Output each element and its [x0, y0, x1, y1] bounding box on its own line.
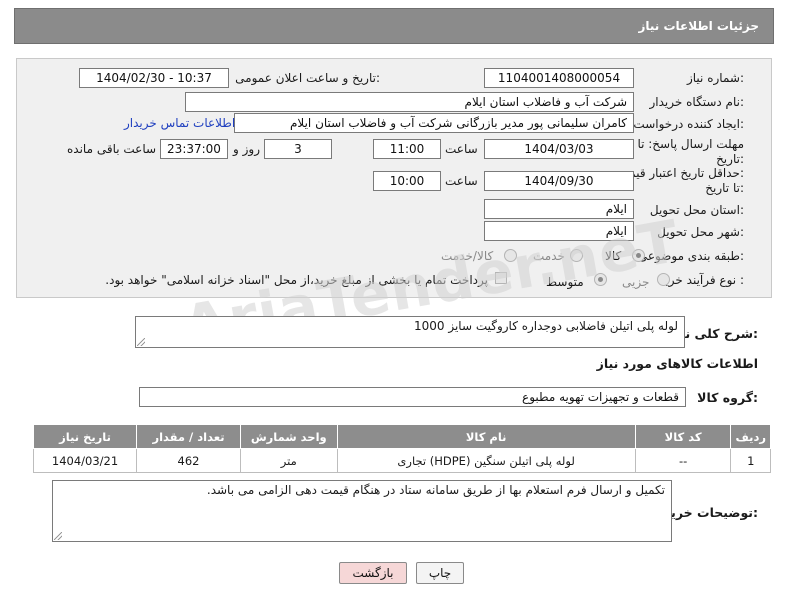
column-header-row-number: ردیف [730, 424, 771, 449]
table-header-row: ردیف کد کالا نام کالا واحد شمارش تعداد /… [32, 424, 771, 449]
deadline-time-label: ساعت [445, 142, 478, 156]
announce-label: تاریخ و ساعت اعلان عمومی: [235, 71, 380, 85]
buyer-notes-field: تکمیل و ارسال فرم استعلام بها از طریق سا… [52, 480, 672, 542]
remaining-label: ساعت باقی مانده [67, 142, 157, 156]
validity-time-field: 10:00 [373, 171, 441, 191]
buyer-org-field: شرکت آب و فاضلاب استان ایلام [185, 92, 634, 112]
cell-need-date: 1404/03/21 [32, 448, 138, 473]
province-field: ایلام [484, 199, 634, 219]
column-header-unit: واحد شمارش [239, 424, 338, 449]
validity-date-field: 1404/09/30 [484, 171, 634, 191]
days-label: روز و [233, 142, 260, 156]
validity-label-1: حداقل تاریخ اعتبار قیمت: [617, 166, 744, 180]
need-number-label: شماره نیاز: [686, 71, 744, 85]
description-field: لوله پلی اتیلن فاضلابی دوجداره کاروگیت س… [135, 316, 685, 348]
page-title: جزئیات اطلاعات نیاز [638, 19, 759, 33]
announce-field: 1404/02/30 - 10:37 [79, 68, 229, 88]
buyer-org-label: نام دستگاه خریدار: [649, 95, 745, 109]
cell-quantity: 462 [136, 448, 241, 473]
column-header-need-date: تاریخ نیاز [32, 424, 138, 449]
buyer-contact-link[interactable]: اطلاعات تماس خریدار [124, 116, 235, 130]
items-table: ردیف کد کالا نام کالا واحد شمارش تعداد /… [32, 424, 771, 473]
deadline-label-1: مهلت ارسال پاسخ: تا [637, 137, 744, 151]
page-header: جزئیات اطلاعات نیاز [14, 8, 774, 44]
back-button[interactable]: بازگشت [339, 562, 407, 584]
cell-item-name: لوله پلی اتیلن سنگین (HDPE) تجاری [336, 448, 636, 473]
description-text: لوله پلی اتیلن فاضلابی دوجداره کاروگیت س… [413, 319, 678, 333]
cell-unit: متر [239, 448, 338, 473]
creator-field: کامران سلیمانی پور مدیر بازرگانی شرکت آب… [234, 113, 634, 133]
column-header-item-code: کد کالا [634, 424, 732, 449]
validity-label-2: تا تاریخ: [705, 181, 744, 195]
validity-time-label: ساعت [445, 174, 478, 188]
deadline-time-field: 11:00 [373, 139, 441, 159]
deadline-label-2: تاریخ: [716, 152, 744, 166]
remaining-time-field: 23:37:00 [160, 139, 228, 159]
table-row: 1 -- لوله پلی اتیلن سنگین (HDPE) تجاری م… [32, 448, 771, 473]
buyer-notes-text: تکمیل و ارسال فرم استعلام بها از طریق سا… [206, 483, 665, 497]
column-header-item-name: نام کالا [336, 424, 636, 449]
print-button[interactable]: چاپ [416, 562, 464, 584]
deadline-date-field: 1404/03/03 [484, 139, 634, 159]
goods-group-field: قطعات و تجهیزات تهویه مطبوع [139, 387, 686, 407]
cell-row-number: 1 [730, 448, 771, 473]
resize-grip-icon[interactable] [54, 532, 62, 540]
cell-item-code: -- [634, 448, 732, 473]
need-number-field: 1104001408000054 [484, 68, 634, 88]
goods-section-title: اطلاعات کالاهای مورد نیاز [596, 356, 758, 371]
goods-group-label: گروه کالا: [697, 390, 758, 405]
days-field: 3 [264, 139, 332, 159]
creator-label: ایجاد کننده درخواست: [633, 117, 744, 131]
resize-grip-icon[interactable] [137, 338, 145, 346]
column-header-quantity: تعداد / مقدار [136, 424, 241, 449]
